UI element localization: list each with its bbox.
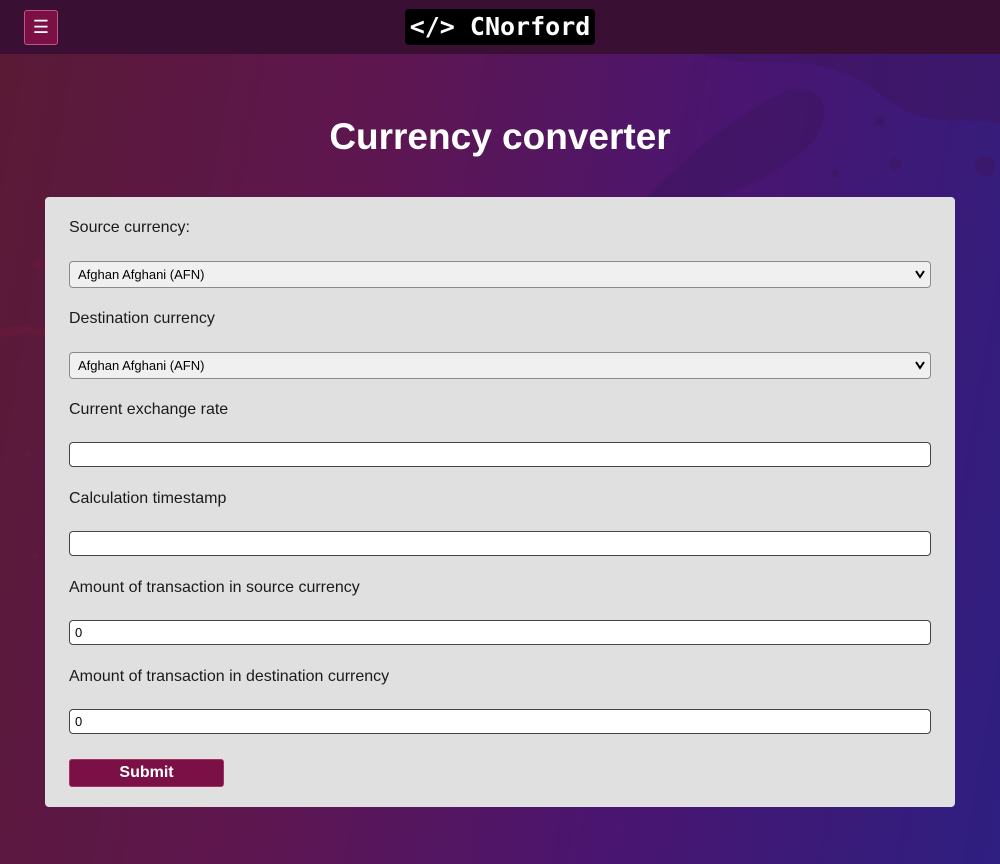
source-amount-input[interactable]: 0 [69,620,931,645]
page-title: Currency converter [329,116,671,157]
source-amount-label: Amount of transaction in source currency [69,579,360,596]
destination-currency-label: Destination currency [69,310,215,327]
source-currency-value: Afghan Afghani (AFN) [78,267,205,282]
chevron-down-icon [915,270,925,279]
submit-button[interactable]: Submit [69,759,224,787]
site-logo[interactable]: </> CNorford [405,9,595,45]
timestamp-label: Calculation timestamp [69,490,227,507]
hamburger-menu-button[interactable]: ☰ [24,10,58,45]
destination-currency-select[interactable]: Afghan Afghani (AFN) [69,352,931,379]
top-navbar: ☰ </> CNorford [0,0,1000,54]
hamburger-icon: ☰ [32,17,50,37]
source-currency-select[interactable]: Afghan Afghani (AFN) [69,261,931,288]
exchange-rate-label: Current exchange rate [69,401,229,418]
timestamp-input[interactable] [69,531,931,556]
destination-amount-input[interactable]: 0 [69,709,931,734]
destination-currency-value: Afghan Afghani (AFN) [78,358,205,373]
converter-form: Source currency: Afghan Afghani (AFN) De… [45,197,955,807]
chevron-down-icon [915,361,925,370]
exchange-rate-input[interactable] [69,442,931,467]
source-currency-label: Source currency: [69,219,190,236]
destination-amount-label: Amount of transaction in destination cur… [69,668,390,685]
